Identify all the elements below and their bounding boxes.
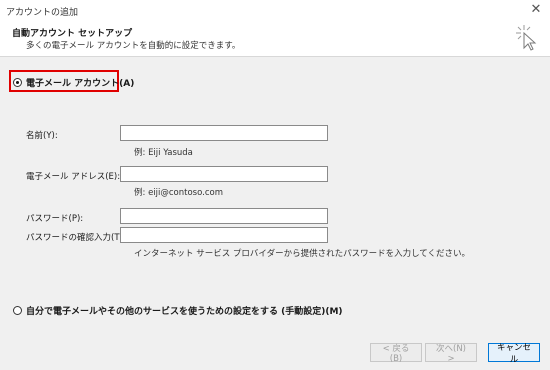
next-button[interactable]: 次へ(N) > — [425, 343, 477, 364]
email-hint: 例: eiji@contoso.com — [134, 188, 224, 198]
name-label: 名前(Y): — [26, 131, 58, 141]
password-confirm-label: パスワードの確認入力(T): — [26, 233, 126, 243]
email-label: 電子メール アドレス(E): — [26, 172, 121, 182]
password-input[interactable] — [120, 208, 328, 224]
manual-setup-option[interactable]: 自分で電子メールやその他のサービスを使うための設定をする (手動設定)(M) — [13, 304, 343, 317]
email-account-radio[interactable] — [13, 78, 22, 87]
wizard-cursor-icon — [516, 25, 537, 51]
close-icon[interactable]: ✕ — [528, 2, 544, 18]
wizard-header: 自動アカウント セットアップ 多くの電子メール アカウントを自動的に設定できます… — [0, 20, 550, 57]
manual-setup-radio[interactable] — [13, 306, 22, 315]
header-title: 自動アカウント セットアップ — [12, 29, 133, 39]
name-input[interactable] — [120, 125, 328, 141]
name-hint: 例: Eiji Yasuda — [134, 148, 193, 158]
manual-setup-label: 自分で電子メールやその他のサービスを使うための設定をする (手動設定)(M) — [26, 307, 343, 317]
header-subtitle: 多くの電子メール アカウントを自動的に設定できます。 — [26, 41, 241, 51]
email-account-label: 電子メール アカウント(A) — [26, 79, 135, 89]
email-input[interactable] — [120, 166, 328, 182]
window-title: アカウントの追加 — [6, 8, 79, 18]
password-confirm-input[interactable] — [120, 227, 328, 243]
email-account-option[interactable]: 電子メール アカウント(A) — [13, 76, 134, 89]
cancel-button[interactable]: キャンセル — [488, 343, 540, 365]
password-label: パスワード(P): — [26, 214, 84, 224]
password-hint: インターネット サービス プロバイダーから提供されたパスワードを入力してください… — [134, 249, 471, 259]
title-bar: アカウントの追加 ✕ — [0, 0, 550, 20]
back-button[interactable]: < 戻る(B) — [370, 343, 422, 364]
